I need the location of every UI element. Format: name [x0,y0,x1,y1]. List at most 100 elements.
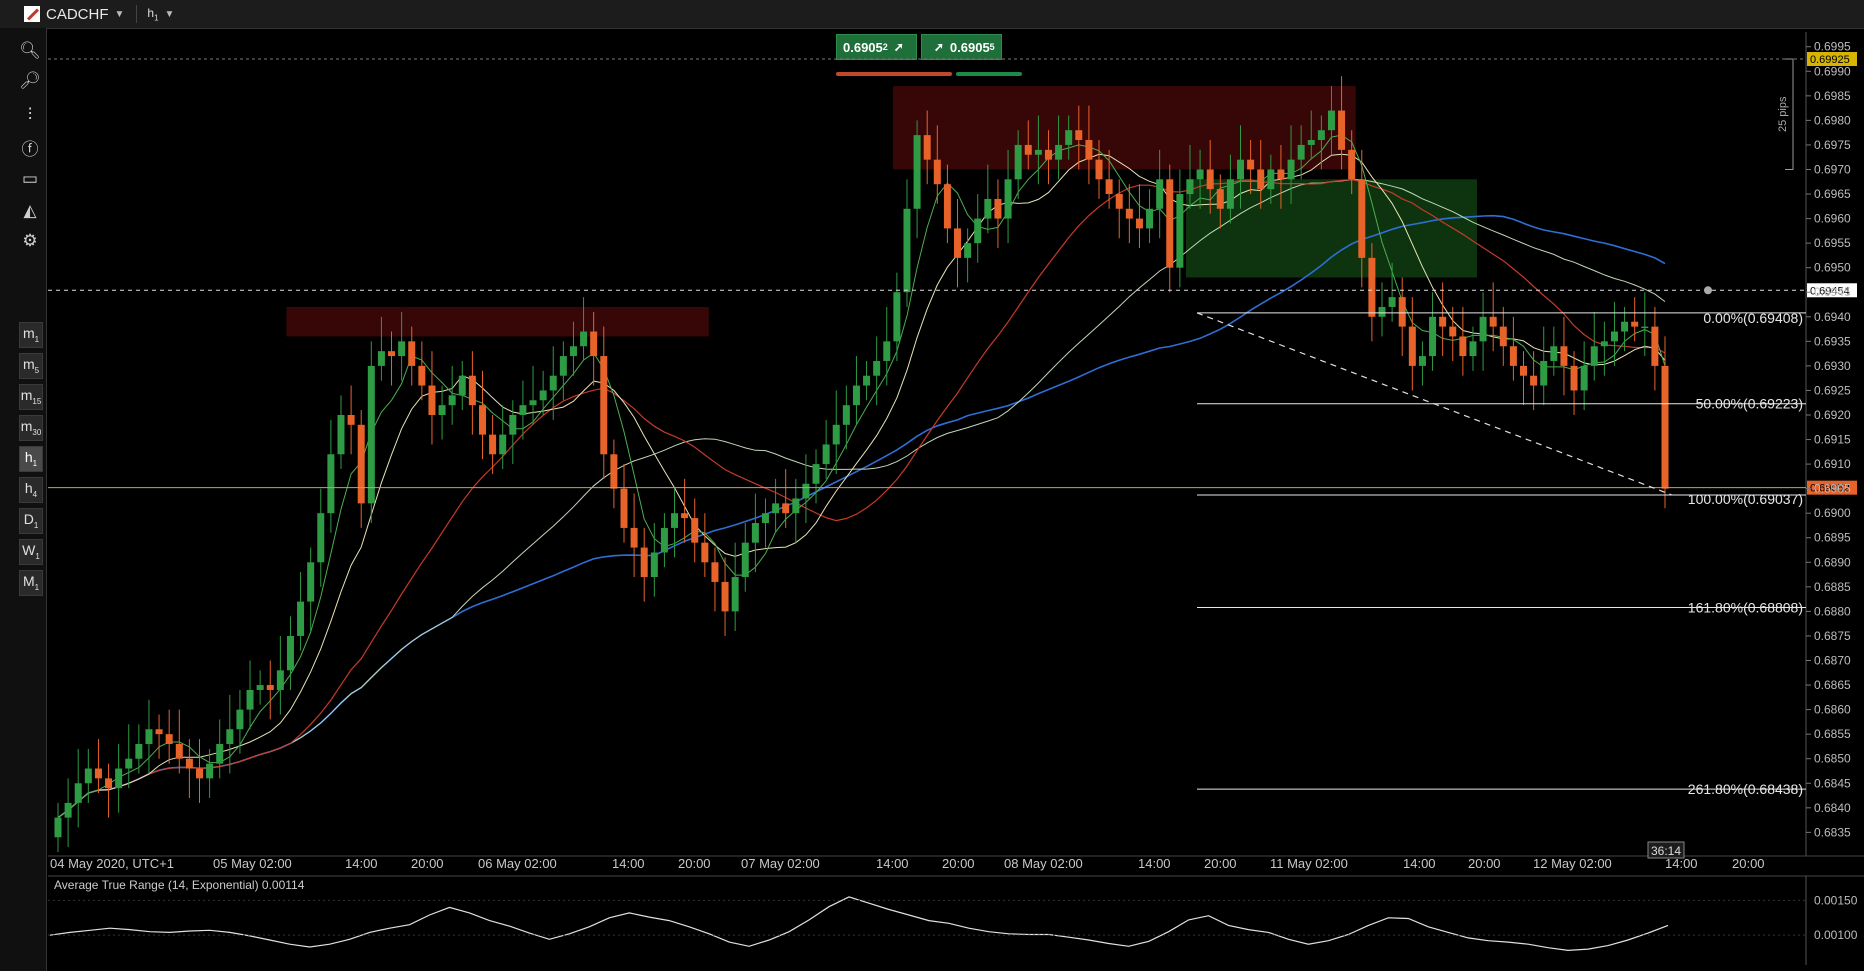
y-tick-label: 0.6895 [1814,531,1851,545]
candle-body [256,685,264,690]
candle-body [54,817,62,838]
y-tick-label: 0.6835 [1814,825,1851,839]
x-tick-label: 20:00 [411,856,444,871]
candle-body [94,768,102,779]
candle-body [195,768,203,779]
candle-body [1267,169,1275,190]
candle-body [64,802,72,818]
candle-body [600,356,608,455]
candle-body [1550,346,1558,361]
price-chart[interactable]: 0.699250.694540.690520.00%(0.69408)50.00… [0,0,1864,971]
candle-body [105,778,113,789]
candle-body [1560,346,1568,366]
candle-body [438,405,446,415]
candle-body [489,434,497,455]
candle-body [1287,159,1295,180]
candle-body [519,405,527,415]
candle-body [610,454,618,489]
candle-body [772,503,780,514]
candle-body [236,709,244,730]
candle-body [1085,140,1093,160]
candle-body [751,523,759,543]
candle-body [478,405,486,435]
candle-body [650,552,658,578]
candle-body [792,498,800,514]
candle-body [994,198,1002,219]
candle-body [731,577,739,612]
candle-body [1469,341,1477,357]
x-tick-label: 08 May 02:00 [1004,856,1083,871]
candle-body [398,341,406,357]
y-tick-label: 0.6900 [1814,506,1851,520]
x-tick-label: 05 May 02:00 [213,856,292,871]
candle-body [842,405,850,425]
candle-body [761,513,769,524]
candle-body [640,547,648,578]
candle-body [984,198,992,219]
candle-body [1418,356,1426,366]
candle-body [1661,365,1669,489]
candle-body [388,351,396,357]
candle-body [1358,179,1366,258]
candle-body [1034,149,1042,155]
candle-body [266,685,274,690]
candle-body [458,375,466,396]
candle-body [569,346,577,357]
y-tick-label: 0.6915 [1814,433,1851,447]
candle-body [1499,326,1507,347]
fib-level-label: 261.80%(0.68438) [1688,781,1803,797]
candle-body [1530,375,1538,386]
candle-body [1297,144,1305,160]
candle-body [923,135,931,160]
x-tick-label: 11 May 02:00 [1270,856,1348,871]
y-tick-label: 0.6860 [1814,703,1851,717]
candle-body [529,400,537,406]
candle-body [1590,346,1598,366]
x-tick-label: 12 May 02:00 [1533,856,1612,871]
candle-body [246,689,254,710]
supply_zone [892,86,1356,170]
atr-line [49,896,1669,952]
y-tick-label: 0.6965 [1814,187,1851,201]
candle-body [1095,159,1103,180]
candle-body [1378,306,1386,317]
candle-body [125,758,133,769]
fib-level-label: 161.80%(0.68808) [1688,599,1803,615]
candle-body [549,375,557,391]
candle-body [1176,194,1184,268]
candle-body [1479,316,1487,342]
y-tick-label: 0.6845 [1814,776,1851,790]
candle-body [1075,130,1083,141]
candle-body [1449,326,1457,337]
candle-body [1398,297,1406,327]
y-tick-label: 0.6995 [1814,40,1851,54]
candle-body [539,390,547,401]
candle-body [1166,179,1174,268]
candle-body [206,763,214,779]
candle-body [1216,189,1224,209]
candle-body [1621,321,1629,332]
candle-body [1540,360,1548,386]
candle-body [509,414,517,435]
candle-body [1509,346,1517,366]
candle-body [1226,179,1234,209]
candle-body [448,395,456,406]
candle-body [115,768,123,789]
x-tick-label: 20:00 [942,856,975,871]
candle-body [1277,169,1285,180]
x-tick-label: 07 May 02:00 [741,856,820,871]
x-tick-label: 14:00 [345,856,378,871]
candle-body [660,527,668,553]
x-tick-label: 14:00 [1138,856,1171,871]
candle-body [1429,316,1437,357]
candle-body [943,184,951,229]
candle-body [711,562,719,582]
candle-body [580,331,588,347]
candle-body [630,527,638,548]
candle-body [559,356,567,376]
atr-tick-label: 0.00150 [1814,893,1858,907]
candle-body [135,743,143,759]
candle-body [1459,336,1467,357]
candle-body [903,208,911,293]
ma-blue-line [57,214,1666,819]
